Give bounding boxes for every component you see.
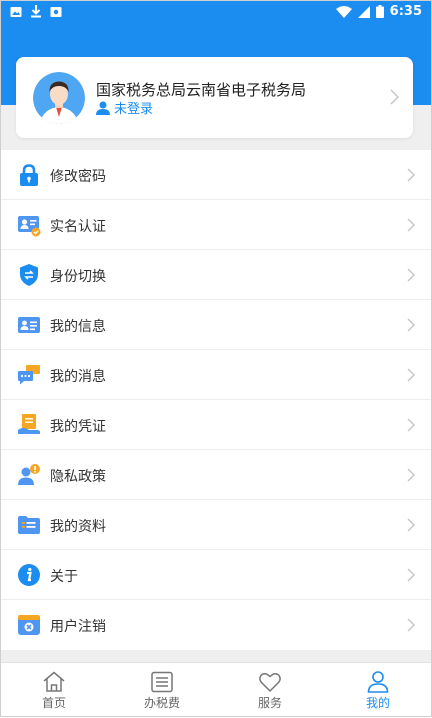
message-icon bbox=[18, 365, 40, 385]
menu-item-my-documents[interactable]: 我的资料 bbox=[0, 500, 432, 550]
menu-item-label: 修改密码 bbox=[50, 169, 106, 185]
nav-label: 首页 bbox=[41, 696, 66, 710]
menu-item-my-info[interactable]: 我的信息 bbox=[0, 300, 432, 350]
menu-item-change-password[interactable]: 修改密码 bbox=[0, 150, 432, 200]
menu-item-label: 我的消息 bbox=[50, 369, 106, 385]
menu-item-deregister[interactable]: 用户注销 bbox=[0, 600, 432, 650]
shield-switch-icon bbox=[20, 264, 38, 286]
chevron-right-icon bbox=[407, 418, 415, 432]
menu-item-identity-switch[interactable]: 身份切换 bbox=[0, 250, 432, 300]
privacy-icon bbox=[18, 464, 40, 485]
login-status[interactable]: 未登录 bbox=[96, 98, 153, 117]
chevron-right-icon bbox=[407, 368, 415, 382]
nav-home[interactable]: 首页 bbox=[0, 663, 108, 718]
login-status-text: 未登录 bbox=[114, 102, 154, 117]
menu-item-label: 我的凭证 bbox=[50, 419, 106, 435]
folder-icon bbox=[18, 516, 40, 534]
list-icon bbox=[151, 671, 173, 693]
menu-item-about[interactable]: 关于 bbox=[0, 550, 432, 600]
chevron-right-icon bbox=[407, 318, 415, 332]
chevron-right-icon bbox=[407, 568, 415, 582]
image-notification-icon bbox=[10, 6, 22, 17]
menu-item-real-name-auth[interactable]: 实名认证 bbox=[0, 200, 432, 250]
menu-item-label: 关于 bbox=[50, 569, 78, 585]
about-icon bbox=[18, 564, 40, 586]
chevron-right-icon bbox=[407, 168, 415, 182]
chevron-right-icon bbox=[390, 89, 399, 105]
menu-item-label: 隐私政策 bbox=[50, 469, 106, 485]
menu-item-privacy-policy[interactable]: 隐私政策 bbox=[0, 450, 432, 500]
menu-item-my-vouchers[interactable]: 我的凭证 bbox=[0, 400, 432, 450]
id-card-icon bbox=[18, 216, 41, 237]
settings-menu: 修改密码 实名认证 身份切换 我的信息 我的消息 我的凭证 隐私政策 我的资料 … bbox=[0, 150, 432, 650]
battery-icon bbox=[375, 5, 384, 18]
profile-card[interactable]: 国家税务总局云南省电子税务局 未登录 bbox=[16, 57, 413, 138]
nav-services[interactable]: 服务 bbox=[216, 663, 324, 718]
home-icon bbox=[43, 671, 65, 692]
chevron-right-icon bbox=[407, 268, 415, 282]
voucher-icon bbox=[18, 414, 40, 434]
status-time: 6:35 bbox=[389, 4, 422, 19]
org-name: 国家税务总局云南省电子税务局 bbox=[96, 81, 307, 99]
nav-label: 办税费 bbox=[143, 696, 180, 710]
nav-tax-handling[interactable]: 办税费 bbox=[108, 663, 216, 718]
deregister-icon bbox=[18, 615, 40, 635]
nav-label: 我的 bbox=[365, 696, 390, 710]
photo-notification-icon bbox=[50, 6, 62, 17]
info-card-icon bbox=[18, 317, 40, 333]
signal-icon bbox=[357, 5, 370, 18]
menu-item-my-messages[interactable]: 我的消息 bbox=[0, 350, 432, 400]
nav-mine[interactable]: 我的 bbox=[324, 663, 432, 718]
lock-icon bbox=[20, 164, 38, 186]
menu-item-label: 我的资料 bbox=[50, 519, 106, 535]
avatar bbox=[33, 72, 85, 124]
chevron-right-icon bbox=[407, 618, 415, 632]
heart-icon bbox=[259, 673, 281, 693]
download-icon bbox=[31, 5, 41, 18]
nav-label: 服务 bbox=[257, 696, 282, 710]
menu-item-label: 用户注销 bbox=[50, 619, 106, 635]
status-bar: 6:35 bbox=[0, 0, 432, 26]
user-status-icon bbox=[96, 101, 110, 115]
wifi-icon bbox=[335, 5, 352, 18]
chevron-right-icon bbox=[407, 518, 415, 532]
menu-item-label: 身份切换 bbox=[50, 269, 106, 285]
menu-item-label: 实名认证 bbox=[50, 219, 106, 235]
menu-item-label: 我的信息 bbox=[50, 319, 106, 335]
bottom-nav: 首页 办税费 服务 我的 bbox=[0, 662, 432, 718]
chevron-right-icon bbox=[407, 468, 415, 482]
chevron-right-icon bbox=[407, 218, 415, 232]
user-icon bbox=[367, 671, 389, 693]
